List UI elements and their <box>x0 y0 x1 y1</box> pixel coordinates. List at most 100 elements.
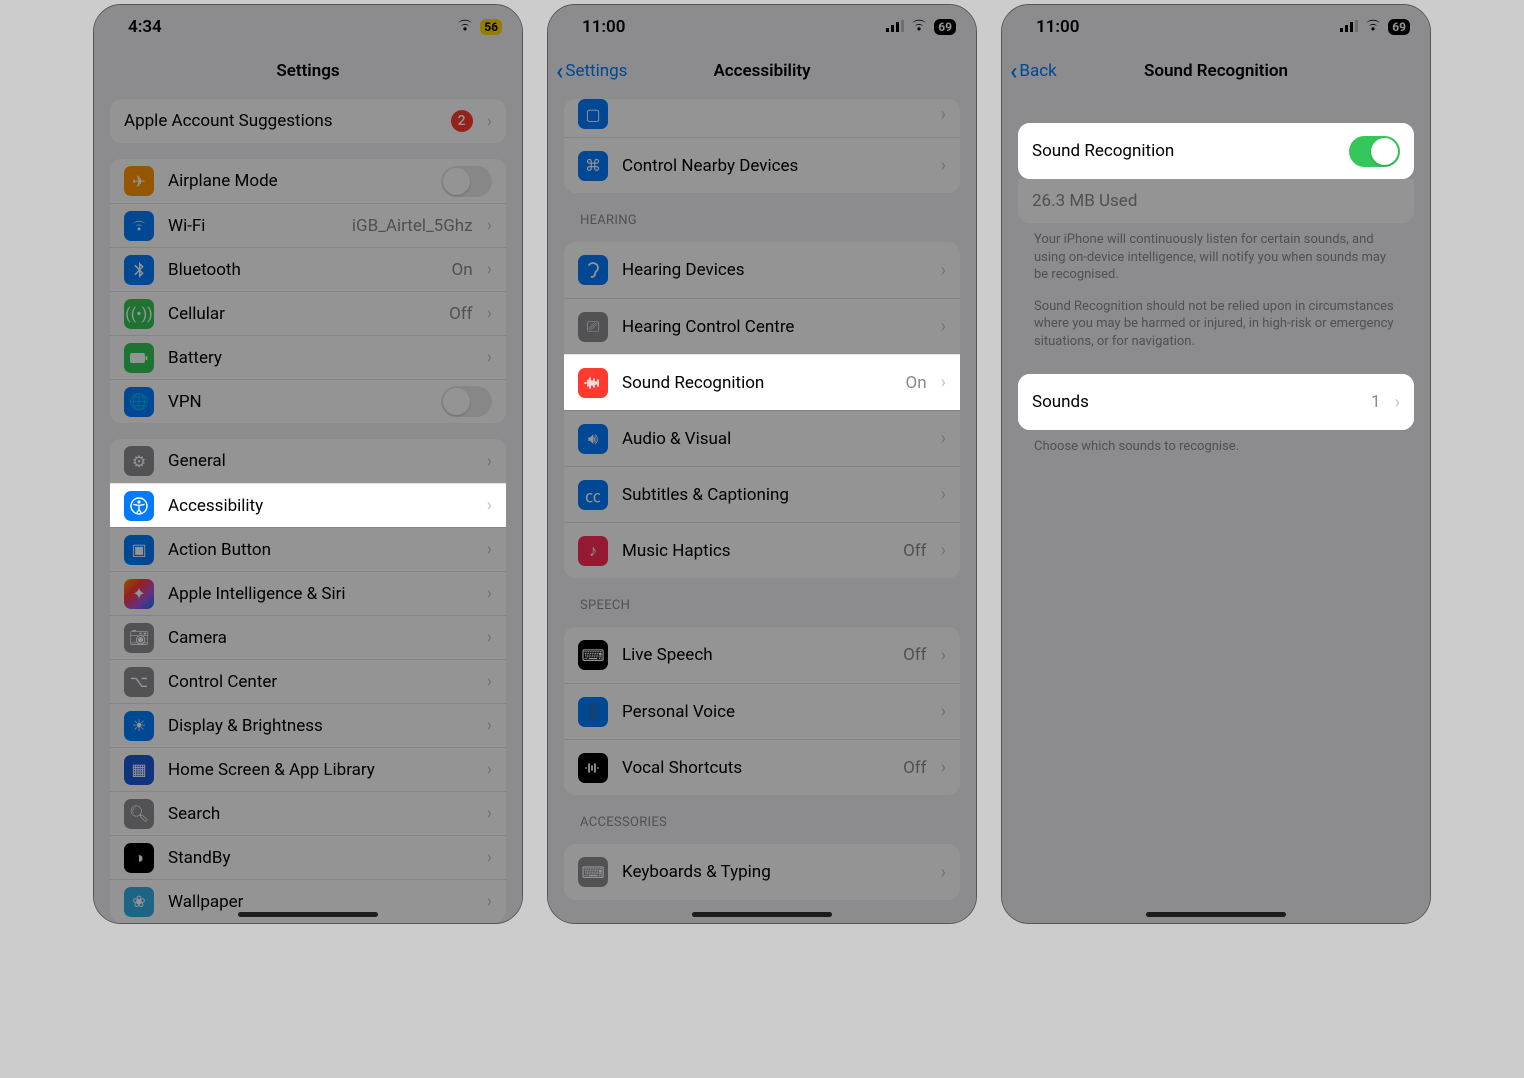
broadcast-icon: ⌘ <box>578 151 608 181</box>
sound-wave-icon <box>578 368 608 398</box>
ear-icon <box>578 255 608 285</box>
flower-icon: ❀ <box>124 887 154 917</box>
apple-intelligence-row[interactable]: ✦ Apple Intelligence & Siri › <box>110 571 506 615</box>
chevron-right-icon: › <box>487 451 492 472</box>
bluetooth-row[interactable]: Bluetooth On › <box>110 247 506 291</box>
back-button[interactable]: ‹ Back <box>1010 57 1057 85</box>
chevron-right-icon: › <box>941 484 946 505</box>
chevron-right-icon: › <box>487 891 492 912</box>
chevron-right-icon: › <box>1395 392 1400 413</box>
camera-row[interactable]: 📷︎ Camera › <box>110 615 506 659</box>
sound-recognition-row[interactable]: Sound Recognition On › <box>564 354 960 410</box>
footer-text: Sound Recognition should not be relied u… <box>1002 284 1430 351</box>
page-title: Sound Recognition <box>1144 61 1288 81</box>
row-value: Off <box>449 304 473 324</box>
chevron-right-icon: › <box>941 104 946 125</box>
row-label: Action Button <box>168 540 473 560</box>
clock: 4:34 <box>128 17 162 37</box>
battery-row[interactable]: Battery › <box>110 335 506 379</box>
personal-voice-row[interactable]: 👤 Personal Voice › <box>564 683 960 739</box>
chevron-right-icon: › <box>487 259 492 280</box>
chevron-left-icon: ‹ <box>556 57 563 85</box>
search-row[interactable]: 🔍︎ Search › <box>110 791 506 835</box>
audio-visual-row[interactable]: 🔊︎ Audio & Visual › <box>564 410 960 466</box>
wifi-row[interactable]: Wi-Fi iGB_Airtel_5Ghz › <box>110 203 506 247</box>
row-label: Live Speech <box>622 645 889 665</box>
sound-recognition-toggle[interactable] <box>1349 136 1400 167</box>
camera-icon: 📷︎ <box>124 623 154 653</box>
row-label: StandBy <box>168 848 473 868</box>
hearing-devices-row[interactable]: Hearing Devices › <box>564 242 960 298</box>
chevron-right-icon: › <box>941 428 946 449</box>
row-label: Accessibility <box>168 496 473 516</box>
accessibility-icon <box>124 491 154 521</box>
standby-row[interactable]: ◑ StandBy › <box>110 835 506 879</box>
wifi-icon <box>456 18 474 36</box>
partial-row[interactable]: ▢ › <box>564 99 960 137</box>
apple-account-suggestions-row[interactable]: Apple Account Suggestions 2 › <box>110 99 506 143</box>
row-label: Vocal Shortcuts <box>622 758 889 778</box>
hearing-control-centre-row[interactable]: ⎚ Hearing Control Centre › <box>564 298 960 354</box>
status-bar: 11:00 69 <box>548 5 976 49</box>
home-indicator[interactable] <box>1146 912 1286 917</box>
row-label: Wi-Fi <box>168 216 338 236</box>
voice-icon: 👤 <box>578 697 608 727</box>
wifi-icon <box>124 211 154 241</box>
row-label: Subtitles & Captioning <box>622 485 927 505</box>
row-label: Hearing Control Centre <box>622 317 927 337</box>
magnifier-icon: 🔍︎ <box>124 799 154 829</box>
vpn-toggle[interactable] <box>441 386 492 417</box>
battery-icon <box>124 343 154 373</box>
home-indicator[interactable] <box>238 912 378 917</box>
chevron-right-icon: › <box>487 539 492 560</box>
airplane-mode-row[interactable]: ✈︎ Airplane Mode <box>110 159 506 203</box>
row-label: Control Center <box>168 672 473 692</box>
wifi-icon <box>1364 18 1382 36</box>
chevron-left-icon: ‹ <box>1010 57 1017 85</box>
vpn-row[interactable]: 🌐 VPN <box>110 379 506 423</box>
chevron-right-icon: › <box>487 803 492 824</box>
battery-icon: 56 <box>480 19 502 35</box>
chevron-right-icon: › <box>487 583 492 604</box>
cellular-bars-icon <box>886 18 904 36</box>
gear-icon: ⚙︎ <box>124 446 154 476</box>
sun-icon: ☀︎ <box>124 711 154 741</box>
sounds-row[interactable]: Sounds 1 › <box>1018 374 1414 430</box>
accessibility-row[interactable]: Accessibility › <box>110 483 506 527</box>
home-screen-row[interactable]: ▦ Home Screen & App Library › <box>110 747 506 791</box>
action-button-row[interactable]: ▣ Action Button › <box>110 527 506 571</box>
apps-grid-icon: ▦ <box>124 755 154 785</box>
sound-recognition-toggle-row[interactable]: Sound Recognition <box>1018 123 1414 179</box>
row-label: Camera <box>168 628 473 648</box>
subtitles-row[interactable]: ㏄ Subtitles & Captioning › <box>564 466 960 522</box>
section-header: HEARING <box>548 193 976 234</box>
back-label: Back <box>1019 61 1056 81</box>
row-label: Apple Account Suggestions <box>124 111 437 131</box>
waveform-icon <box>578 753 608 783</box>
display-brightness-row[interactable]: ☀︎ Display & Brightness › <box>110 703 506 747</box>
live-speech-row[interactable]: ⌨︎ Live Speech Off › <box>564 627 960 683</box>
keyboards-typing-row[interactable]: ⌨︎ Keyboards & Typing › <box>564 844 960 900</box>
row-label: Display & Brightness <box>168 716 473 736</box>
storage-used-row: 26.3 MB Used <box>1018 179 1414 223</box>
airplane-toggle[interactable] <box>441 166 492 197</box>
control-nearby-devices-row[interactable]: ⌘ Control Nearby Devices › <box>564 137 960 193</box>
accessibility-screen: 11:00 69 ‹ Settings Accessibility ▢ › <box>547 4 977 924</box>
sliders-icon: ⎚ <box>578 312 608 342</box>
back-button[interactable]: ‹ Settings <box>556 57 627 85</box>
chevron-right-icon: › <box>941 260 946 281</box>
row-label: Control Nearby Devices <box>622 156 927 176</box>
cellular-row[interactable]: ((•)) Cellular Off › <box>110 291 506 335</box>
row-label: Sound Recognition <box>622 373 892 393</box>
footer-text: Your iPhone will continuously listen for… <box>1002 223 1430 284</box>
home-indicator[interactable] <box>692 912 832 917</box>
back-label: Settings <box>565 61 627 81</box>
storage-used-label: 26.3 MB Used <box>1032 191 1137 211</box>
cellular-bars-icon <box>1340 18 1358 36</box>
music-haptics-row[interactable]: ♪ Music Haptics Off › <box>564 522 960 578</box>
vocal-shortcuts-row[interactable]: Vocal Shortcuts Off › <box>564 739 960 795</box>
row-label: General <box>168 451 473 471</box>
general-row[interactable]: ⚙︎ General › <box>110 439 506 483</box>
music-icon: ♪ <box>578 536 608 566</box>
control-center-row[interactable]: ⌥ Control Center › <box>110 659 506 703</box>
